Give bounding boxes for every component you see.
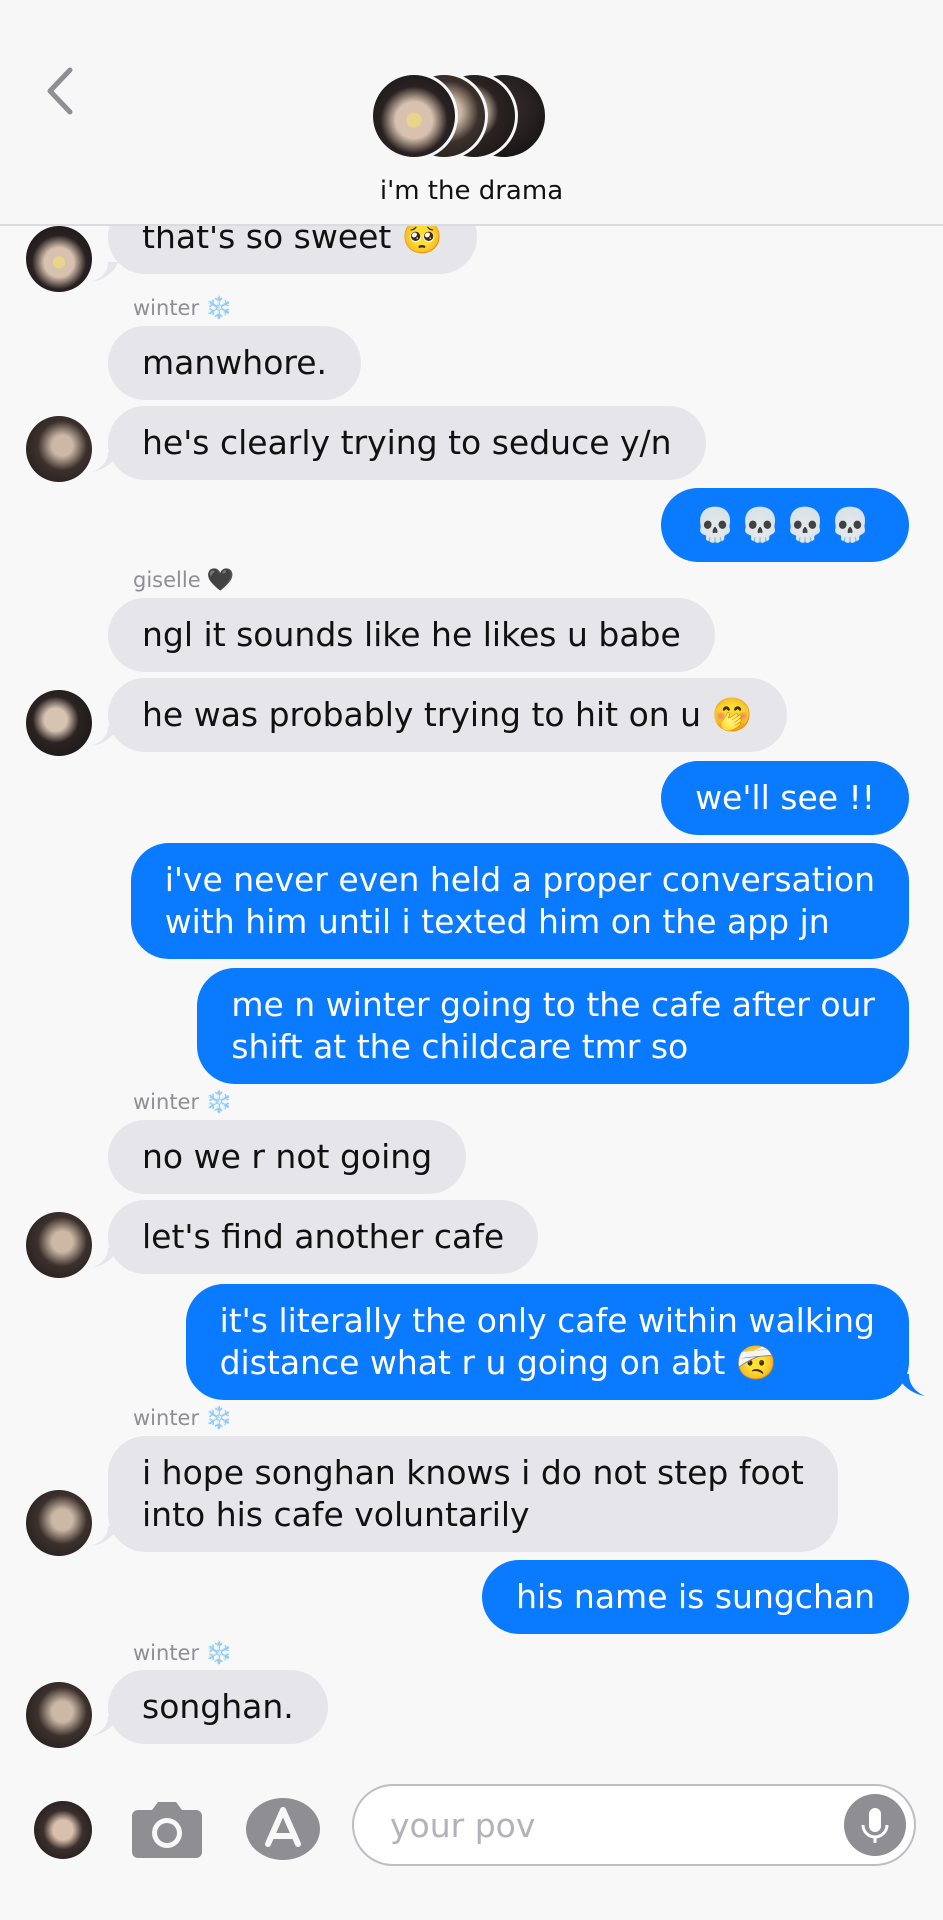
message-bubble[interactable]: no we r not going — [108, 1120, 467, 1194]
microphone-button[interactable] — [844, 1794, 906, 1856]
camera-icon[interactable] — [130, 1798, 204, 1860]
message-input-placeholder: your pov — [390, 1806, 536, 1845]
message-bubble[interactable]: songhan. — [108, 1670, 328, 1744]
message-bubble[interactable]: we'll see !! — [661, 761, 909, 835]
message-bubble[interactable]: he's clearly trying to seduce y/n — [108, 406, 706, 480]
bubble-tail — [92, 262, 118, 282]
avatar — [26, 226, 92, 292]
message-bubble[interactable]: let's find another cafe — [108, 1200, 539, 1274]
avatar — [26, 1212, 92, 1278]
chat-header: i'm the drama — [0, 0, 943, 226]
avatar — [26, 1490, 92, 1556]
message-bubble[interactable]: manwhore. — [108, 326, 362, 400]
group-title[interactable]: i'm the drama — [0, 176, 943, 206]
message-input[interactable]: your pov — [352, 1784, 916, 1866]
bubble-tail — [897, 1374, 925, 1396]
avatar — [26, 416, 92, 482]
avatar[interactable] — [34, 1801, 92, 1859]
sender-name: winter ❄️ — [133, 1641, 233, 1666]
sender-name: winter ❄️ — [133, 1406, 233, 1431]
message-bubble[interactable]: 💀💀💀💀 — [660, 488, 909, 562]
app-store-icon[interactable] — [244, 1796, 322, 1862]
sender-name: winter ❄️ — [133, 296, 233, 321]
back-chevron-icon[interactable] — [40, 64, 80, 118]
message-bubble[interactable]: it's literally the only cafe within walk… — [185, 1284, 909, 1400]
message-bubble[interactable]: me n winter going to the cafe after our … — [197, 968, 909, 1084]
sender-name: winter ❄️ — [133, 1090, 233, 1115]
message-bubble[interactable]: that's so sweet 🥺 — [108, 226, 477, 274]
message-bubble[interactable]: i've never even held a proper conversati… — [130, 843, 909, 959]
avatar — [370, 72, 458, 160]
group-avatars[interactable] — [370, 72, 580, 162]
sender-name: giselle 🖤 — [133, 568, 235, 593]
avatar — [26, 690, 92, 756]
avatar — [26, 1682, 92, 1748]
message-bubble[interactable]: ngl it sounds like he likes u babe — [108, 598, 715, 672]
message-bubble[interactable]: i hope songhan knows i do not step foot … — [108, 1436, 838, 1552]
microphone-icon — [861, 1808, 889, 1843]
composer-bar: your pov — [0, 1756, 943, 1920]
message-bubble[interactable]: his name is sungchan — [482, 1560, 909, 1634]
message-list: that's so sweet 🥺 winter ❄️ manwhore. he'… — [0, 226, 943, 1756]
message-bubble[interactable]: he was probably trying to hit on u 🤭 — [108, 678, 787, 752]
